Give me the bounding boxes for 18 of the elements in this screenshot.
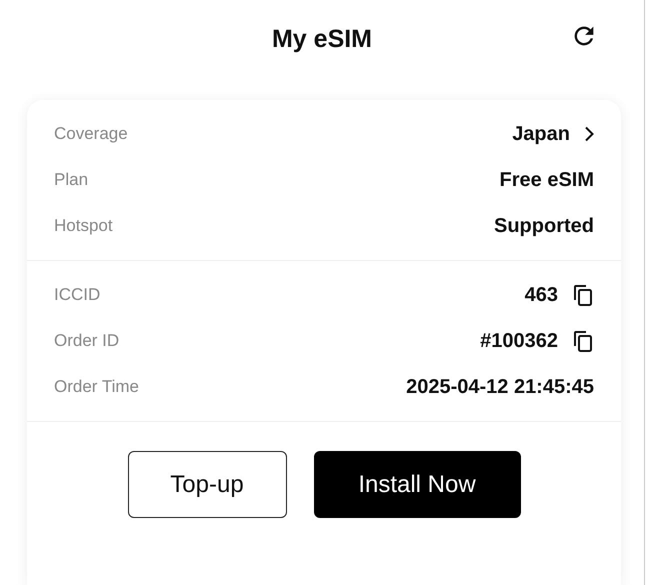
copy-icon[interactable] <box>572 329 594 353</box>
chevron-right-icon[interactable] <box>584 126 594 142</box>
field-value: Supported <box>494 214 594 238</box>
install-button[interactable]: Install Now <box>314 451 520 518</box>
field-value: 463 <box>524 284 558 306</box>
copy-icon[interactable] <box>572 283 594 307</box>
top-up-button[interactable]: Top-up <box>128 451 286 518</box>
field-label: Order Time <box>54 377 140 397</box>
field-value: Free eSIM <box>500 168 594 192</box>
field-label: Plan <box>54 170 88 190</box>
field-value: 2025-04-12 21:45:45 <box>406 376 594 398</box>
field-label: Hotspot <box>54 216 113 236</box>
field-label: Order ID <box>54 331 120 351</box>
field-value: #100362 <box>480 330 558 352</box>
page-title: My eSIM <box>272 24 372 54</box>
field-value: Japan <box>512 122 570 146</box>
field-label: Coverage <box>54 124 128 144</box>
field-label: ICCID <box>54 285 100 305</box>
